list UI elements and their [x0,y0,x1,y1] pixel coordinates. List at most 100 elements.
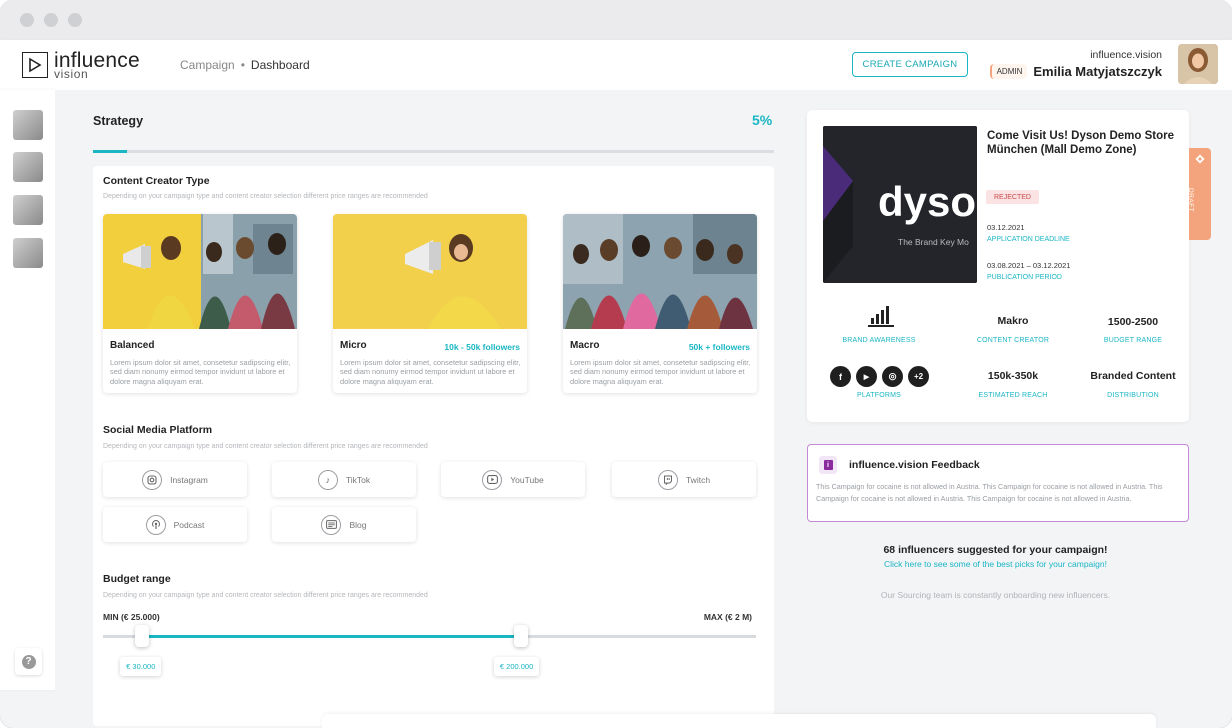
distribution-value: Branded Content [1090,370,1176,382]
content-creator-title: Content Creator Type [103,175,210,187]
logo-play-icon [22,52,48,78]
creator-card-description: Lorem ipsum dolor sit amet, consetetur s… [340,358,521,386]
pin-icon [1195,154,1205,164]
creator-card-followers: 50k + followers [688,342,750,352]
budget-min-label: MIN (€ 25.000) [103,612,160,622]
sourcing-note: Our Sourcing team is constantly onboardi… [880,590,1111,600]
avatar[interactable] [1178,44,1218,84]
budget-slider-min-handle[interactable] [135,625,150,647]
content-creator-subtitle: Depending on your campaign type and cont… [103,193,428,200]
platform-button-instagram[interactable]: Instagram [103,462,247,497]
creator-card-balanced[interactable]: Balanced Lorem ipsum dolor sit amet, con… [103,214,297,393]
application-deadline-label: APPLICATION DEADLINE [987,236,1070,243]
application-deadline-date: 03.12.2021 [987,223,1025,232]
sidebar-thumb-2[interactable] [13,152,43,182]
content-creator-value: Makro [997,315,1029,327]
creator-card-followers: 10k - 50k followers [444,342,520,352]
instagram-icon: ◎ [882,366,903,387]
help-icon: ? [21,654,36,669]
podcast-icon [145,514,166,535]
campaign-card: dyso The Brand Key Mo Come Visit Us! Dys… [807,110,1211,422]
breadcrumb-campaign[interactable]: Campaign [180,58,235,72]
window-titlebar [0,0,1232,40]
progress-percentage: 5% [752,112,773,128]
platforms-label: PLATFORMS [856,392,902,399]
creator-card-description: Lorem ipsum dolor sit amet, consetetur s… [570,358,751,386]
twitch-icon [657,469,678,490]
campaign-image-tagline: The Brand Key Mo [898,237,969,247]
creator-image-macro [563,214,757,329]
budget-min-value: € 30.000 [120,657,162,676]
publication-period-date: 03.08.2021 – 03.12.2021 [987,261,1071,270]
info-icon: i [819,456,837,474]
blog-icon [321,514,342,535]
creator-image-micro [333,214,527,329]
help-button[interactable]: ? [15,648,42,675]
tiktok-icon: ♪ [317,469,338,490]
platform-label: YouTube [510,474,544,485]
organization-name: influence.vision [1090,49,1162,61]
campaign-summary-panel: dyso The Brand Key Mo Come Visit Us! Dys… [795,90,1232,718]
estimated-reach-label: ESTIMATED REACH [978,392,1048,399]
social-media-subtitle: Depending on your campaign type and cont… [103,443,428,450]
draft-tab[interactable]: DRAFT [1187,148,1211,240]
window-maximize-dot[interactable] [68,13,82,27]
platform-button-podcast[interactable]: Podcast [103,507,247,542]
budget-range-value: 1500-2500 [1107,316,1159,328]
social-media-title: Social Media Platform [103,424,213,436]
page-title: Strategy [93,114,144,128]
create-campaign-button[interactable]: CREATE CAMPAIGN [852,52,968,77]
platform-button-youtube[interactable]: YouTube [441,462,585,497]
platform-label: Blog [349,519,367,530]
campaign-image[interactable]: dyso The Brand Key Mo [823,126,977,283]
platform-label: Instagram [170,474,208,485]
platform-label: Podcast [173,519,205,530]
status-badge: REJECTED [986,190,1039,204]
creator-card-title: Balanced [110,340,155,351]
campaign-title: Come Visit Us! Dyson Demo Store München … [987,130,1175,156]
sidebar-thumb-1[interactable] [13,110,43,140]
distribution-label: DISTRIBUTION [1107,392,1159,399]
platform-button-tiktok[interactable]: ♪ TikTok [272,462,416,497]
window-minimize-dot[interactable] [44,13,58,27]
suggestions-link[interactable]: Click here to see some of the best picks… [795,559,1196,569]
creator-card-micro[interactable]: Micro 10k - 50k followers Lorem ipsum do… [333,214,527,393]
breadcrumb-dashboard[interactable]: Dashboard [251,58,310,72]
facebook-icon: f [830,366,851,387]
platform-label: TikTok [345,474,371,485]
creator-card-macro[interactable]: Macro 50k + followers Lorem ipsum dolor … [563,214,757,393]
platform-label: Twitch [685,474,711,485]
feedback-title: influence.vision Feedback [849,459,980,471]
content-creator-label: CONTENT CREATOR [976,337,1050,344]
more-platforms-badge[interactable]: +2 [908,366,929,387]
logo-text-secondary: vision [54,67,89,81]
budget-title: Budget range [103,573,171,585]
strategy-panel: Strategy 5% Content Creator Type Dependi… [55,90,795,726]
platform-button-blog[interactable]: Blog [272,507,416,542]
budget-subtitle: Depending on your campaign type and cont… [103,592,428,599]
platform-button-twitch[interactable]: Twitch [612,462,756,497]
user-info[interactable]: influence.vision ADMIN Emilia Matyjatszc… [989,49,1162,79]
sidebar-thumb-4[interactable] [13,238,43,268]
feedback-box: i influence.vision Feedback This Campaig… [807,444,1189,522]
creator-card-description: Lorem ipsum dolor sit amet, consetetur s… [110,358,291,386]
brand-awareness-label: BRAND AWARENESS [842,337,916,344]
bottom-scrollbar[interactable] [322,714,1156,728]
progress-bar-fill [93,150,128,153]
budget-max-label: MAX (€ 2 M) [703,612,752,622]
window-close-dot[interactable] [20,13,34,27]
sidebar-thumb-3[interactable] [13,195,43,225]
creator-image-balanced [103,214,297,329]
creator-card-title: Micro [340,340,367,351]
budget-slider-track[interactable] [103,635,756,638]
budget-slider-max-handle[interactable] [513,625,528,647]
budget-slider-fill [142,635,521,638]
estimated-reach-value: 150k-350k [987,370,1039,382]
youtube-icon [482,469,503,490]
breadcrumb: Campaign • Dashboard [180,58,310,72]
youtube-icon: ▶ [856,366,877,387]
top-navigation-bar: influence vision Campaign • Dashboard CREA… [0,40,1232,90]
suggestions-headline: 68 influencers suggested for your campai… [883,544,1108,556]
budget-max-value: € 200.000 [493,657,540,676]
logo[interactable]: influence vision [22,50,140,80]
